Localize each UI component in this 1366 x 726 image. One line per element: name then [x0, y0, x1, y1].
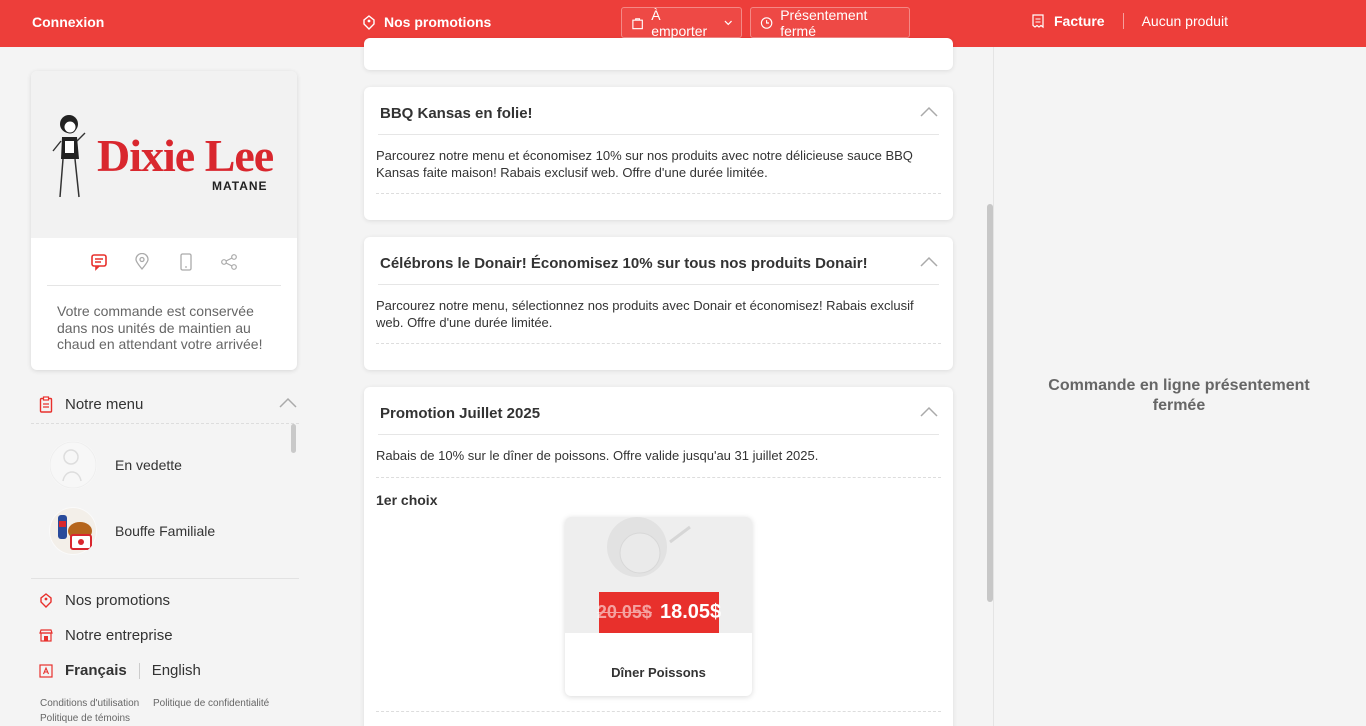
privacy-link[interactable]: Politique de confidentialité — [153, 698, 269, 709]
store-message: Votre commande est conservée dans nos un… — [57, 303, 263, 352]
promo-tag-icon — [363, 14, 375, 30]
promotion-card: Célébrons le Donair! Économisez 10% sur … — [364, 237, 953, 370]
clock-icon — [760, 16, 773, 29]
promotion-card: BBQ Kansas en folie! Parcourez notre men… — [364, 87, 953, 220]
promotion-card: Promotion Juillet 2025 Rabais de 10% sur… — [364, 387, 953, 726]
promotion-description: Rabais de 10% sur le dîner de poissons. … — [376, 448, 819, 463]
product-name: Dîner Poissons — [611, 665, 706, 680]
language-icon — [39, 663, 53, 678]
menu-item-thumbnail — [49, 441, 97, 489]
promotion-title: Célébrons le Donair! Économisez 10% sur … — [380, 255, 868, 272]
footer-company-label: Notre entreprise — [65, 627, 173, 644]
store-tabs — [47, 238, 281, 286]
terms-link[interactable]: Conditions d'utilisation — [40, 698, 139, 709]
old-price: 20.05$ — [596, 602, 652, 622]
mascot-icon — [52, 115, 86, 198]
promotion-description: Parcourez notre menu et économisez 10% s… — [376, 148, 913, 180]
promotion-description: Parcourez notre menu, sélectionnez nos p… — [376, 298, 914, 330]
sidebar-footer: Nos promotions Notre entreprise Français… — [31, 578, 299, 726]
store-status-label: Présentement fermé — [780, 6, 868, 39]
cart-panel: Commande en ligne présentement fermée — [993, 47, 1366, 726]
divider — [376, 477, 941, 478]
promotion-card — [364, 38, 953, 70]
promotions-label: Nos promotions — [384, 14, 492, 30]
chevron-up-icon[interactable] — [279, 397, 297, 408]
divider — [1122, 13, 1124, 29]
menu-item[interactable]: Bouffe Familiale — [31, 501, 297, 561]
new-price: 18.05$ — [659, 601, 722, 623]
language-switcher: Français English — [39, 662, 201, 679]
menu-item[interactable]: En vedette — [31, 435, 297, 495]
chevron-up-icon[interactable] — [920, 106, 938, 117]
logo-location: MATANE — [212, 179, 268, 193]
chevron-up-icon[interactable] — [920, 406, 938, 417]
phone-icon[interactable] — [176, 252, 196, 272]
message-icon[interactable] — [89, 252, 109, 272]
promo-tag-icon — [40, 593, 52, 608]
order-mode-select[interactable]: À emporter — [621, 6, 742, 39]
menu-item-label: En vedette — [115, 457, 182, 473]
invoice-summary[interactable]: Facture Aucun produit — [1030, 13, 1228, 29]
invoice-label: Facture — [1054, 13, 1105, 29]
bag-icon — [632, 17, 643, 29]
location-icon[interactable] — [132, 252, 152, 272]
cookies-link[interactable]: Politique de témoins — [40, 713, 130, 724]
divider — [376, 343, 941, 344]
chevron-up-icon[interactable] — [920, 256, 938, 267]
store-icon — [39, 629, 53, 642]
store-logo: Dixie Lee MATANE — [31, 71, 297, 238]
cart-status: Aucun produit — [1141, 13, 1228, 29]
logo-wordmark: Dixie Lee — [97, 130, 274, 181]
order-mode-label: À emporter — [651, 6, 708, 39]
footer-company-link[interactable]: Notre entreprise — [39, 627, 173, 644]
footer-promotions-link[interactable]: Nos promotions — [39, 592, 170, 609]
product-card[interactable]: 20.05$ 18.05$ Dîner Poissons — [565, 517, 752, 696]
product-image: 20.05$ 18.05$ — [565, 517, 752, 633]
ordering-closed-message: Commande en ligne présentement fermée — [1048, 377, 1310, 414]
store-status-button[interactable]: Présentement fermé — [750, 6, 910, 39]
store-card: Dixie Lee MATANE Votre commande est cons… — [31, 71, 297, 370]
clipboard-icon — [39, 396, 53, 413]
divider — [378, 284, 939, 285]
price-tag: 20.05$ 18.05$ — [596, 592, 722, 633]
menu-heading: Notre menu — [65, 396, 144, 413]
chevron-down-icon — [724, 20, 732, 25]
divider — [378, 134, 939, 135]
share-icon[interactable] — [219, 252, 239, 272]
menu-item-label: Bouffe Familiale — [115, 523, 216, 539]
divider — [376, 193, 941, 194]
receipt-icon — [1032, 14, 1044, 29]
menu-section-header[interactable]: Notre menu — [31, 386, 299, 424]
choice-label: 1er choix — [376, 492, 438, 508]
login-link[interactable]: Connexion — [32, 14, 104, 30]
divider — [378, 434, 939, 435]
promotion-title: Promotion Juillet 2025 — [380, 405, 541, 422]
language-current[interactable]: Français — [65, 662, 127, 679]
divider — [376, 711, 941, 712]
menu-item-thumbnail — [49, 507, 97, 555]
promotion-title: BBQ Kansas en folie! — [380, 105, 533, 122]
divider — [138, 662, 140, 679]
language-other[interactable]: English — [152, 662, 201, 679]
promotions-link[interactable]: Nos promotions — [362, 14, 491, 30]
footer-promotions-label: Nos promotions — [65, 592, 171, 609]
